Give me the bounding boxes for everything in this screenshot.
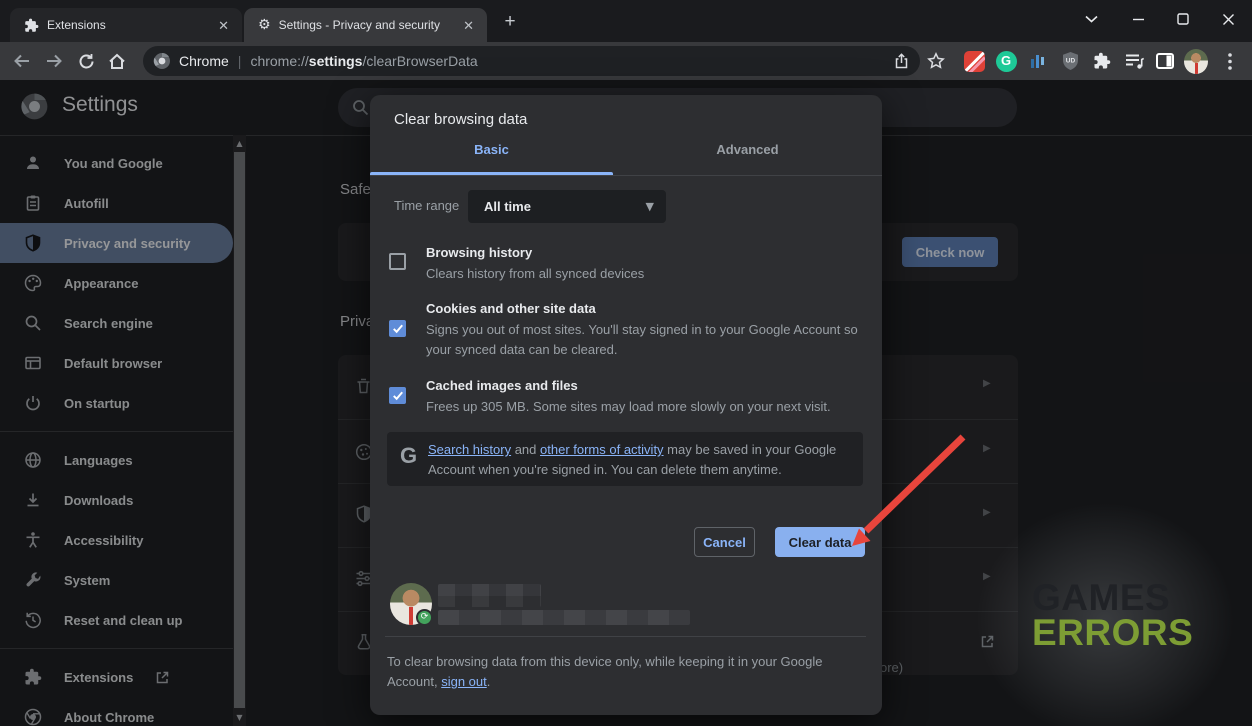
new-tab-button[interactable]: + [498,11,522,35]
browser-toolbar: Chrome | chrome://settings/clearBrowserD… [0,42,1252,80]
tab-label: Settings - Privacy and security [279,18,453,32]
google-g-logo: G [400,443,417,469]
grammarly-extension-icon[interactable]: G [994,49,1018,73]
profile-avatar[interactable] [1184,49,1208,73]
reload-icon[interactable] [72,47,100,75]
cookies-checkbox[interactable] [389,320,406,337]
watermark: GAMES ERRORS [1032,580,1193,650]
dropdown-caret-icon: ▼ [646,200,654,213]
clear-data-button[interactable]: Clear data [775,527,865,557]
browsing-history-checkbox[interactable] [389,253,406,270]
svg-text:UD: UD [1065,58,1075,65]
home-icon[interactable] [103,47,131,75]
cached-images-checkbox[interactable] [389,387,406,404]
tab-basic[interactable]: Basic [370,142,613,168]
sign-out-link[interactable]: sign out [441,674,487,689]
title-bar: Extensions ✕ ⚙ Settings - Privacy and se… [0,0,1252,42]
account-name-redacted [438,584,541,607]
playlist-extension-icon[interactable] [1122,49,1146,73]
time-range-value: All time [484,199,646,214]
share-icon[interactable] [893,53,910,70]
tab-search-chevron-icon[interactable] [1076,6,1106,32]
account-divider [385,636,866,637]
dialog-footer-text: To clear browsing data from this device … [387,652,857,692]
extensions-puzzle-icon[interactable] [1090,49,1114,73]
minimize-button[interactable] [1123,6,1153,32]
option-title: Cached images and files [426,378,578,393]
clear-browsing-data-dialog: Clear browsing data Basic Advanced Time … [370,95,882,715]
gear-icon: ⚙ [258,17,271,33]
watermark-line2: ERRORS [1032,615,1193,650]
option-title: Cookies and other site data [426,301,596,316]
search-history-link[interactable]: Search history [428,442,511,457]
adblock-extension-icon[interactable] [962,49,986,73]
close-window-button[interactable] [1213,6,1243,32]
chrome-logo-icon [153,52,171,70]
omnibox-separator: | [238,53,242,69]
address-bar[interactable]: Chrome | chrome://settings/clearBrowserD… [143,46,920,76]
sync-badge-icon: ⟳ [416,609,433,626]
tabs-divider [370,175,882,176]
tab-label: Extensions [47,18,207,32]
back-icon[interactable] [8,47,36,75]
browser-window: Extensions ✕ ⚙ Settings - Privacy and se… [0,0,1252,726]
forward-icon[interactable] [40,47,68,75]
tab-close-icon[interactable]: ✕ [215,18,232,33]
watermark-line1: GAMES [1032,580,1193,615]
check-icon [392,323,404,334]
tab-close-icon[interactable]: ✕ [460,18,477,33]
browser-menu-dots-icon[interactable] [1218,49,1242,73]
maximize-button[interactable] [1168,6,1198,32]
google-notice-box: G Search history and other forms of acti… [387,432,863,486]
option-desc: Signs you out of most sites. You'll stay… [426,320,872,360]
cancel-button[interactable]: Cancel [694,527,755,557]
time-range-label: Time range [394,198,459,213]
tab-extensions[interactable]: Extensions ✕ [10,8,242,42]
url-text: chrome://settings/clearBrowserData [250,53,477,69]
check-icon [392,390,404,401]
time-range-select[interactable]: All time ▼ [468,190,666,223]
tab-settings-privacy[interactable]: ⚙ Settings - Privacy and security ✕ [244,8,487,42]
bars-extension-icon[interactable] [1026,49,1050,73]
option-desc: Frees up 305 MB. Some sites may load mor… [426,397,872,417]
ud-shield-extension-icon[interactable]: UD [1058,49,1082,73]
dialog-title: Clear browsing data [394,111,527,128]
tab-advanced[interactable]: Advanced [626,142,869,168]
side-panel-icon[interactable] [1153,49,1177,73]
account-email-redacted [438,610,690,625]
bookmark-star-icon[interactable] [924,49,948,73]
google-notice-text: Search history and other forms of activi… [428,440,848,480]
other-activity-link[interactable]: other forms of activity [540,442,664,457]
puzzle-icon [24,18,39,33]
engine-label: Chrome [179,53,229,69]
option-desc: Clears history from all synced devices [426,264,872,284]
avatar-tie [409,607,413,625]
option-title: Browsing history [426,245,532,260]
